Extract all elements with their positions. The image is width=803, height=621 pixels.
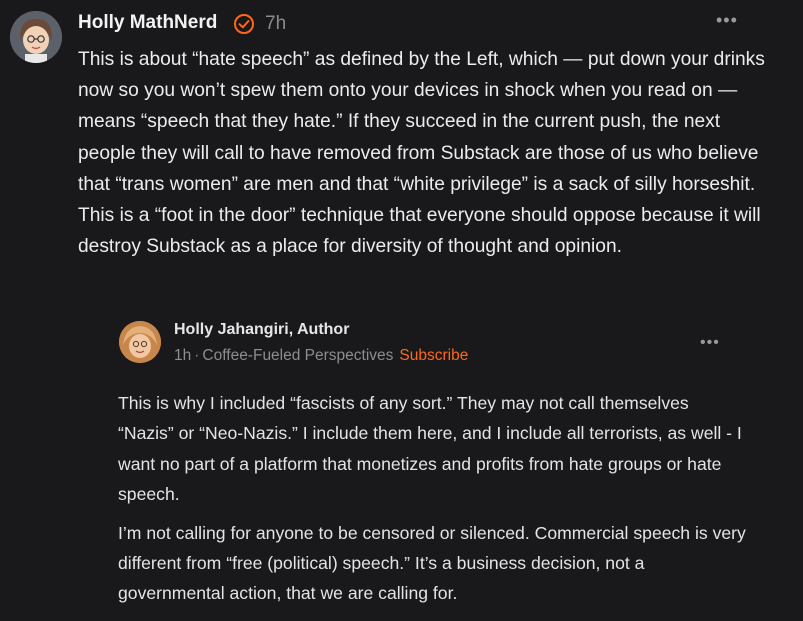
- publication-name[interactable]: Coffee-Fueled Perspectives: [202, 347, 393, 364]
- more-horizontal-icon[interactable]: •••: [716, 11, 740, 29]
- reply-author-avatar[interactable]: [119, 321, 161, 363]
- verified-check-icon: [233, 13, 255, 35]
- meta-separator: ·: [194, 347, 200, 364]
- reply-meta: 1h · Coffee-Fueled Perspectives Subscribe: [174, 347, 468, 365]
- reply-paragraph: This is why I included “fascists of any …: [118, 393, 742, 505]
- reply-timestamp[interactable]: 1h: [174, 347, 191, 364]
- reply-paragraph: I’m not calling for anyone to be censore…: [118, 522, 746, 604]
- more-horizontal-icon[interactable]: •••: [700, 335, 724, 351]
- subscribe-link[interactable]: Subscribe: [399, 347, 468, 364]
- reply-body: This is why I included “fascists of any …: [118, 388, 748, 617]
- post-timestamp[interactable]: 7h: [265, 13, 286, 35]
- note-thread: Holly MathNerd 7h ••• This is about “hat…: [0, 0, 803, 621]
- post-body: This is about “hate speech” as defined b…: [78, 49, 765, 258]
- reply-author-name[interactable]: Holly Jahangiri, Author: [174, 321, 349, 339]
- author-avatar[interactable]: [10, 11, 62, 63]
- author-name[interactable]: Holly MathNerd: [78, 12, 217, 34]
